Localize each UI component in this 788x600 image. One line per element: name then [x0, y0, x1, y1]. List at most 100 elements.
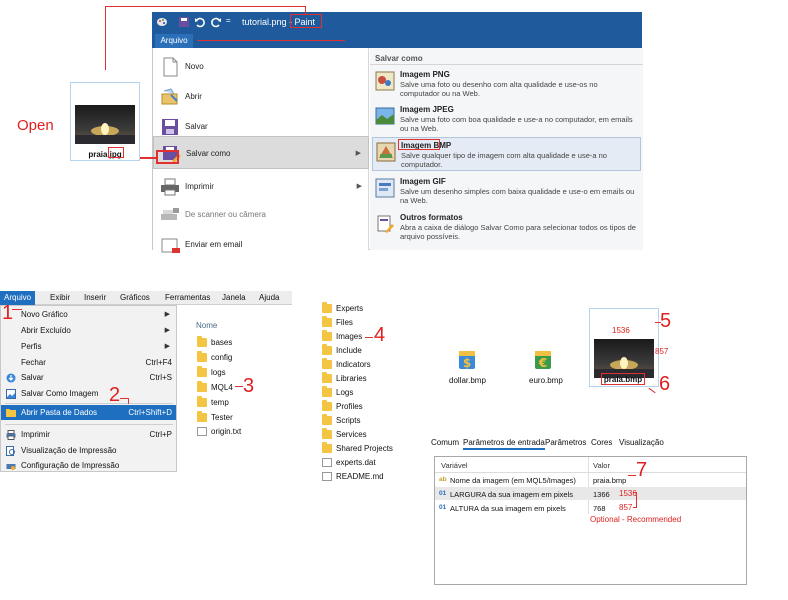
menu-item-abrir-excluido[interactable]: Abrir Excluído ▶: [1, 323, 176, 338]
param-value[interactable]: praia.bmp: [593, 476, 626, 485]
menu-item-abrir[interactable]: Abrir: [153, 80, 369, 112]
format-description: Salve uma foto com boa qualidade e use-a…: [400, 115, 633, 133]
thumbnail-filename: praia.jpg: [88, 150, 122, 159]
divider: [5, 403, 173, 404]
title-filename: tutorial.png -: [242, 17, 295, 27]
menubar-janela[interactable]: Janela: [222, 293, 246, 302]
tab-comum[interactable]: Comum: [431, 438, 459, 447]
height-annotation: 857: [655, 347, 669, 356]
email-icon: [159, 234, 181, 256]
menu-item-configuracao-impressao[interactable]: Configuração de Impressão: [1, 458, 176, 473]
item-name: MQL4: [211, 383, 233, 392]
new-file-icon: [159, 56, 181, 78]
format-gif[interactable]: Imagem GIF Salve um desenho simples com …: [372, 174, 641, 208]
table-row[interactable]: ab Nome da imagem (em MQL5/Images) praia…: [435, 473, 746, 486]
menu-item-email[interactable]: Enviar em email: [153, 228, 369, 260]
menu-item-imprimir[interactable]: Imprimir Ctrl+P: [1, 427, 176, 442]
param-name: Nome da imagem (em MQL5/Images): [450, 476, 576, 485]
annotation-step-6: 6: [659, 373, 671, 395]
customize-toolbar-icon[interactable]: =: [226, 16, 238, 28]
mt-menubar: Arquivo Exibir Inserir Gráficos Ferramen…: [0, 291, 292, 305]
column-header-nome[interactable]: Nome: [196, 321, 217, 330]
item-name: origin.txt: [211, 427, 242, 436]
tab-visualizacao[interactable]: Visualização: [619, 438, 664, 447]
tab-parametros[interactable]: Parâmetros: [545, 438, 586, 447]
tab-cores[interactable]: Cores: [591, 438, 612, 447]
item-name: Tester: [211, 413, 233, 422]
menu-item-salvar[interactable]: Salvar Ctrl+S: [1, 370, 176, 385]
folder-icon: [322, 428, 332, 439]
menu-item-shortcut: Ctrl+Shift+D: [128, 408, 172, 417]
recommended-value: 1536: [619, 489, 637, 498]
undo-icon[interactable]: [194, 16, 206, 28]
format-jpeg[interactable]: Imagem JPEG Salve uma foto com boa quali…: [372, 102, 641, 136]
highlight-bmp: [398, 139, 440, 150]
menubar-exibir[interactable]: Exibir: [50, 293, 70, 302]
param-value[interactable]: 1366: [593, 490, 610, 499]
item-name: experts.dat: [336, 458, 376, 467]
format-description: Salve uma foto ou desenho com alta quali…: [400, 80, 598, 98]
highlight-save-as-icon: [156, 150, 179, 164]
annotation-line: [365, 337, 373, 338]
param-value[interactable]: 768: [593, 504, 606, 513]
integer-type-icon: 01: [439, 490, 447, 497]
menubar-graficos[interactable]: Gráficos: [120, 293, 150, 302]
image-filename: euro.bmp: [529, 376, 563, 385]
format-title: Imagem JPEG: [400, 105, 454, 114]
save-icon[interactable]: [178, 16, 190, 28]
menubar-ajuda[interactable]: Ajuda: [259, 293, 279, 302]
menu-item-shortcut: Ctrl+S: [149, 373, 172, 382]
column-header-variavel: Variável: [441, 461, 468, 470]
menu-item-salvar-como[interactable]: Salvar como ▶: [153, 136, 369, 169]
menu-item-label: Salvar: [185, 122, 208, 131]
menu-item-salvar-como-imagem[interactable]: Salvar Como Imagem: [1, 386, 176, 401]
param-name: LARGURA da sua imagem em pixels: [450, 490, 573, 499]
table-row[interactable]: 01 ALTURA da sua imagem em pixels 768 85…: [435, 501, 746, 514]
annotation-line: [128, 398, 129, 404]
table-row[interactable]: 01 LARGURA da sua imagem em pixels 1366 …: [435, 487, 746, 500]
menu-item-novo[interactable]: Novo: [153, 50, 369, 82]
mt-file-menu: Novo Gráfico ▶ Abrir Excluído ▶ Perfis ▶…: [0, 305, 177, 472]
menu-item-label: Imprimir: [21, 430, 50, 439]
paint-app-icon: [156, 16, 168, 28]
item-name: config: [211, 353, 233, 362]
item-name: Indicators: [336, 360, 371, 369]
image-filename: dollar.bmp: [449, 376, 486, 385]
tab-parametros-entrada[interactable]: Parâmetros de entrada: [463, 438, 545, 450]
redo-icon[interactable]: [210, 16, 222, 28]
folder-icon: [197, 396, 207, 407]
annotation-step-3: 3: [243, 375, 255, 397]
format-png[interactable]: Imagem PNG Salve uma foto ou desenho com…: [372, 67, 641, 101]
menu-item-label: Novo: [185, 62, 204, 71]
image-icon: [6, 389, 16, 399]
menu-item-label: Perfis: [21, 342, 42, 351]
thumbnail-praia-jpg[interactable]: praia.jpg: [70, 82, 140, 161]
dollar-icon[interactable]: $: [457, 349, 477, 371]
format-other[interactable]: Outros formatos Abra a caixa de diálogo …: [372, 210, 641, 244]
folder-icon: [322, 442, 332, 453]
paint-menu-commands: Novo Abrir Salvar Salvar como ▶ Imprimir…: [153, 48, 369, 253]
menu-item-novo-grafico[interactable]: Novo Gráfico ▶: [1, 307, 176, 322]
menu-item-abrir-pasta-de-dados[interactable]: Abrir Pasta de Dados Ctrl+Shift+D: [1, 405, 176, 420]
submenu-arrow-icon: ▶: [164, 327, 170, 334]
menu-item-label: Abrir Excluído: [21, 326, 71, 335]
folder-icon: [197, 381, 207, 392]
menubar-ferramentas[interactable]: Ferramentas: [165, 293, 210, 302]
gif-image-icon: [375, 178, 395, 198]
menu-item-visualizacao-impressao[interactable]: Visualização de Impressão: [1, 443, 176, 458]
folder-icon: [322, 386, 332, 397]
menubar-inserir[interactable]: Inserir: [84, 293, 106, 302]
menu-item-fechar[interactable]: Fechar Ctrl+F4: [1, 355, 176, 370]
euro-icon[interactable]: €: [533, 349, 553, 371]
printer-icon: [6, 430, 16, 440]
folder-icon: [6, 408, 16, 418]
menu-item-perfis[interactable]: Perfis ▶: [1, 339, 176, 354]
paint-file-menu: Novo Abrir Salvar Salvar como ▶ Imprimir…: [152, 48, 643, 253]
menu-item-scanner[interactable]: De scanner ou câmera: [153, 198, 369, 230]
folder-icon: [322, 372, 332, 383]
folder-icon: [322, 344, 332, 355]
file-icon: [322, 458, 332, 467]
png-image-icon: [375, 71, 395, 91]
tab-arquivo[interactable]: Arquivo: [155, 34, 193, 48]
folder-icon: [322, 414, 332, 425]
